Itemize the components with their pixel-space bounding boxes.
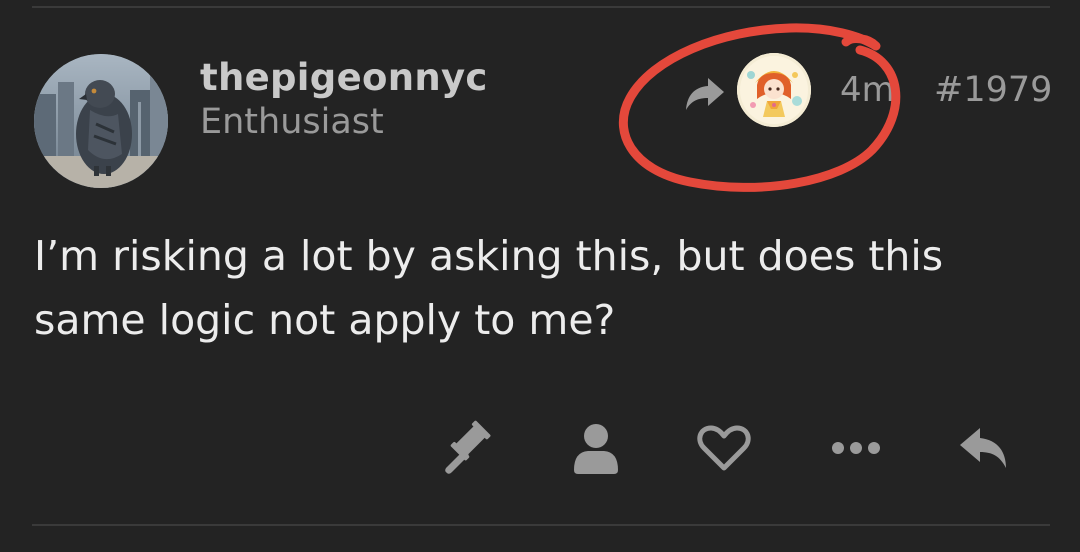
post-time: 4m	[840, 70, 895, 110]
pigeon-photo-avatar-icon	[34, 54, 168, 188]
top-divider	[32, 6, 1050, 8]
like-button[interactable]	[694, 418, 754, 478]
post-number[interactable]: #1979	[934, 70, 1052, 110]
heart-icon	[697, 425, 751, 471]
user-icon	[574, 424, 618, 474]
reply-icon	[960, 428, 1006, 468]
reply-button[interactable]	[956, 418, 1016, 478]
more-icon	[832, 442, 880, 454]
more-button[interactable]	[826, 418, 886, 478]
gavel-icon	[445, 420, 491, 474]
reply-to-button[interactable]	[684, 76, 726, 114]
author-title: Enthusiast	[200, 102, 384, 142]
bottom-divider	[32, 524, 1050, 526]
author-username[interactable]: thepigeonnyc	[200, 56, 488, 99]
reply-to-avatar[interactable]	[737, 53, 811, 127]
flag-button[interactable]	[438, 418, 498, 478]
author-avatar[interactable]	[34, 54, 168, 188]
post-body: I’m risking a lot by asking this, but do…	[34, 232, 944, 344]
anime-character-avatar-icon	[737, 53, 811, 127]
reply-arrow-icon	[686, 78, 724, 110]
user-info-button[interactable]	[566, 418, 626, 478]
